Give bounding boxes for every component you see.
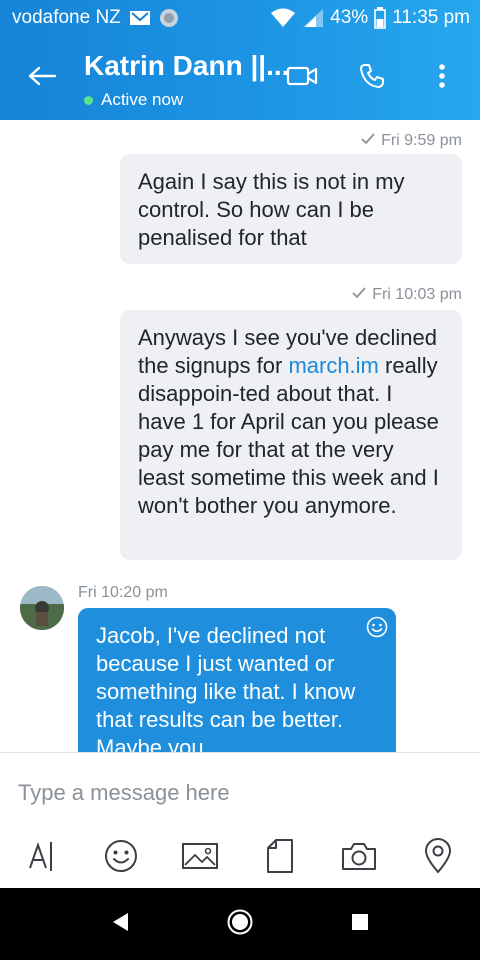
- battery-percent: 43%: [330, 7, 369, 28]
- top-bar: vodafone NZ 43% 11:35 pm Katrin Dann ||.…: [0, 0, 480, 120]
- outgoing-message[interactable]: Again I say this is not in my control. S…: [120, 154, 462, 264]
- incoming-message[interactable]: Jacob, I've declined not because I just …: [78, 608, 396, 752]
- message-timestamp: Fri 10:20 pm: [78, 584, 168, 601]
- message-meta: Fri 10:03 pm: [352, 286, 462, 304]
- message-input[interactable]: [18, 777, 458, 809]
- location-icon: [423, 837, 453, 879]
- mail-icon: [129, 9, 151, 27]
- header-actions: [282, 58, 462, 98]
- system-nav-bar: [0, 888, 480, 960]
- cell-signal-icon: [302, 8, 324, 28]
- message-timestamp: Fri 9:59 pm: [381, 132, 462, 149]
- back-button[interactable]: [22, 58, 62, 98]
- message-text: Again I say this is not in my control. S…: [138, 169, 405, 250]
- file-button[interactable]: [260, 838, 300, 878]
- text-format-icon: [27, 840, 57, 877]
- message-link[interactable]: march.im: [288, 353, 378, 378]
- emoji-button[interactable]: [101, 838, 141, 878]
- carrier-name: vodafone NZ: [12, 7, 121, 28]
- delivered-check-icon: [361, 132, 375, 150]
- avatar[interactable]: [20, 586, 64, 630]
- video-call-icon: [286, 65, 318, 92]
- recents-square-icon: [351, 913, 369, 936]
- camera-button[interactable]: [339, 838, 379, 878]
- image-button[interactable]: [180, 838, 220, 878]
- outgoing-message[interactable]: Anyways I see you've declined the signup…: [120, 310, 462, 560]
- presence-status: Active now: [84, 90, 183, 110]
- contact-name[interactable]: Katrin Dann ||...: [84, 50, 289, 82]
- back-arrow-icon: [27, 65, 57, 92]
- nav-back-button[interactable]: [106, 910, 134, 938]
- wifi-icon: [270, 8, 296, 28]
- image-icon: [181, 842, 219, 875]
- phone-call-button[interactable]: [352, 58, 392, 98]
- presence-dot-icon: [84, 95, 93, 105]
- location-button[interactable]: [418, 837, 458, 879]
- status-bar: vodafone NZ 43% 11:35 pm: [0, 0, 480, 36]
- message-meta: Fri 9:59 pm: [361, 132, 462, 150]
- clock: 11:35 pm: [392, 7, 470, 28]
- message-timestamp: Fri 10:03 pm: [372, 286, 462, 303]
- status-right: 43% 11:35 pm: [270, 7, 470, 29]
- camera-icon: [341, 841, 377, 876]
- add-reaction-icon[interactable]: [366, 616, 388, 638]
- conversation[interactable]: Fri 9:59 pm Again I say this is not in m…: [0, 120, 480, 752]
- composer-toolbar: [0, 833, 480, 883]
- text-format-button[interactable]: [22, 838, 62, 878]
- emoji-icon: [104, 839, 138, 878]
- sync-icon: [159, 8, 179, 28]
- video-call-button[interactable]: [282, 58, 322, 98]
- phone-call-icon: [359, 63, 385, 94]
- file-icon: [266, 838, 294, 879]
- more-vert-icon: [438, 63, 446, 94]
- message-text: Jacob, I've declined not because I just …: [96, 623, 356, 752]
- nav-recents-button[interactable]: [346, 910, 374, 938]
- composer: [0, 753, 480, 888]
- chat-header: Katrin Dann ||... Active now: [0, 36, 480, 120]
- delivered-check-icon: [352, 286, 366, 304]
- battery-icon: [374, 7, 386, 29]
- presence-label: Active now: [101, 90, 184, 109]
- back-triangle-icon: [110, 911, 130, 938]
- status-left: vodafone NZ: [12, 7, 179, 29]
- nav-home-button[interactable]: [226, 909, 254, 940]
- home-circle-icon: [227, 909, 253, 940]
- more-options-button[interactable]: [422, 58, 462, 98]
